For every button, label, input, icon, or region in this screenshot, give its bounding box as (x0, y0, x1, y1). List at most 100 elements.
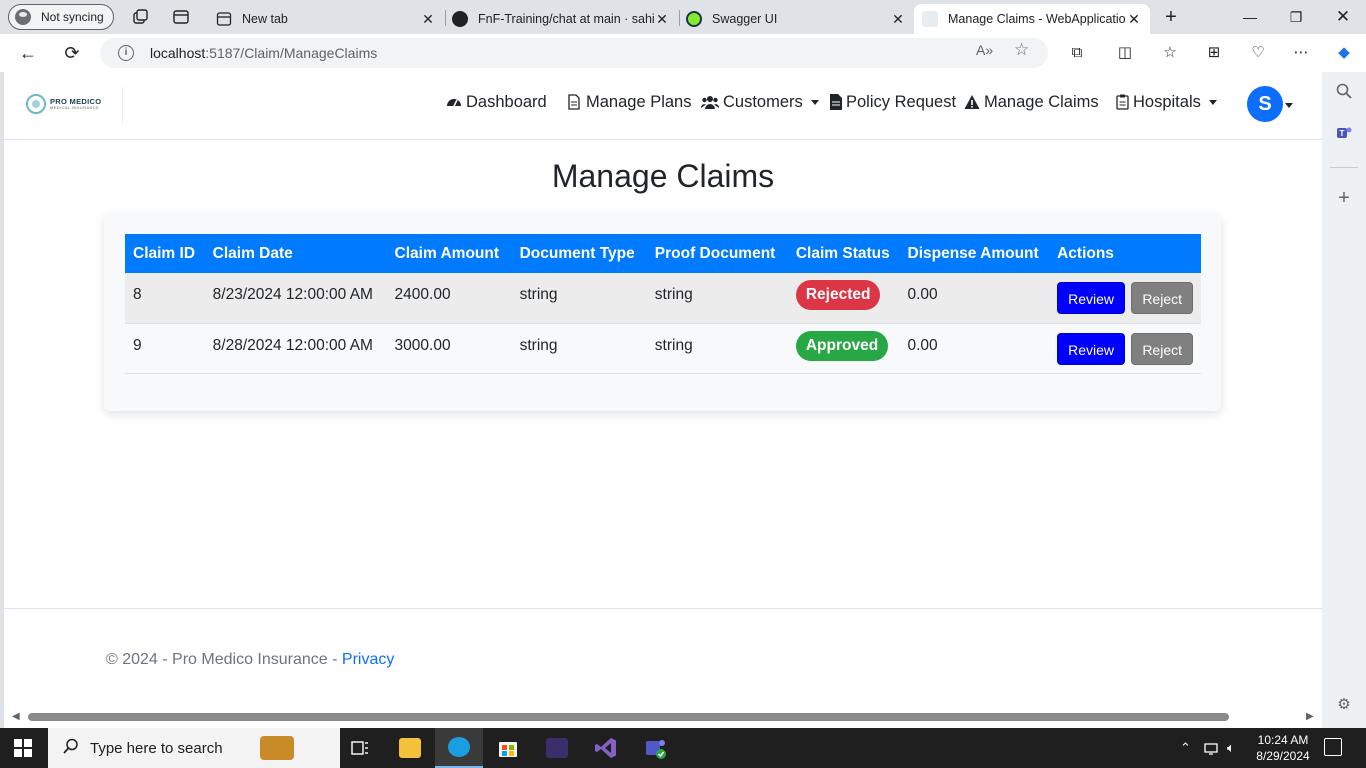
profile-avatar-icon (15, 9, 31, 25)
tab-actions-icon[interactable] (172, 8, 190, 26)
terminal-icon[interactable] (533, 728, 581, 768)
notifications-icon[interactable] (1324, 738, 1342, 756)
search-highlight-briefcase-icon (260, 736, 294, 760)
browser-tab-strip: Not syncing New tab ✕ FnF-Training/chat … (0, 0, 1366, 34)
address-bar[interactable]: i localhost:5187/Claim/ManageClaims (100, 38, 1048, 68)
column-header: Claim ID (125, 234, 205, 273)
footer-text: © 2024 - Pro Medico Insurance - Privacy (106, 651, 394, 669)
profile-button[interactable]: Not syncing (8, 4, 114, 30)
window-close-icon[interactable]: ✕ (1332, 6, 1354, 28)
tab-title: FnF-Training/chat at main · sahil5 (478, 12, 654, 26)
brand-logo[interactable]: PRO MEDICO MEDICAL INSURANCE (26, 94, 101, 114)
close-icon[interactable]: ✕ (654, 11, 670, 28)
dispense-amount-cell: 0.00 (899, 323, 1050, 374)
nav-manage-claims[interactable]: Manage Claims (964, 90, 1099, 114)
nav-customers-dropdown[interactable]: Customers (700, 90, 819, 114)
claims-table: Claim ID Claim Date Claim Amount Documen… (125, 234, 1201, 374)
page-favicon-icon (922, 11, 938, 27)
tab-new-tab[interactable]: New tab ✕ (208, 4, 444, 34)
visual-studio-icon[interactable] (582, 728, 630, 768)
nav-label: Manage Plans (586, 92, 692, 111)
claim-status-cell: Approved (787, 323, 900, 374)
new-tab-plus-icon[interactable]: + (1162, 7, 1180, 27)
browser-essentials-icon[interactable]: ♡ (1247, 42, 1269, 64)
close-icon[interactable]: ✕ (890, 11, 906, 28)
scroll-left-arrow-icon[interactable]: ◀ (12, 711, 20, 722)
table-row: 9 8/28/2024 12:00:00 AM 3000.00 string s… (125, 323, 1201, 374)
edge-sidebar: T + ⚙ (1322, 72, 1366, 728)
network-icon[interactable] (1203, 728, 1221, 768)
favorite-star-icon[interactable]: ☆ (1014, 40, 1029, 60)
warning-triangle-icon (964, 94, 980, 110)
copilot-icon[interactable]: ◆ (1333, 42, 1355, 64)
teams-taskbar-icon[interactable] (631, 728, 679, 768)
tab-title: New tab (242, 12, 288, 26)
volume-icon[interactable]: 🔈︎ (1227, 728, 1235, 768)
search-icon (62, 737, 80, 760)
user-avatar[interactable]: S (1247, 86, 1283, 122)
claim-amount-cell: 3000.00 (386, 323, 512, 374)
app-navbar: PRO MEDICO MEDICAL INSURANCE Dashboard M… (4, 72, 1322, 140)
copyright-text: © 2024 - Pro Medico Insurance - (106, 651, 342, 668)
user-menu-chevron-down-icon[interactable] (1285, 103, 1293, 108)
column-header: Actions (1049, 234, 1201, 273)
file-explorer-icon[interactable] (386, 728, 434, 768)
reject-button[interactable]: Reject (1131, 282, 1193, 314)
add-sidebar-app-icon[interactable]: + (1333, 187, 1355, 209)
column-header: Document Type (511, 234, 647, 273)
collections-icon[interactable]: ⊞ (1203, 42, 1225, 64)
scroll-right-arrow-icon[interactable]: ▶ (1306, 711, 1314, 722)
review-button[interactable]: Review (1057, 282, 1125, 314)
taskbar-search-input[interactable]: Type here to search (48, 728, 340, 768)
refresh-icon[interactable]: ⟳ (61, 42, 83, 64)
show-hidden-icons-chevron-up-icon[interactable]: ⌃ (1180, 728, 1191, 768)
nav-label: Hospitals (1133, 92, 1201, 111)
tab-swagger[interactable]: Swagger UI ✕ (678, 4, 914, 34)
read-aloud-icon[interactable]: A» (976, 42, 993, 58)
url-path: :5187/Claim/ManageClaims (205, 45, 378, 61)
reject-button[interactable]: Reject (1131, 332, 1193, 365)
chevron-down-icon (810, 99, 819, 105)
edge-browser-icon[interactable] (435, 728, 483, 768)
claim-id-cell: 8 (125, 273, 205, 324)
nav-label: Policy Request (846, 92, 957, 111)
search-icon[interactable] (1333, 82, 1355, 104)
close-icon[interactable]: ✕ (420, 11, 436, 28)
scrollbar-thumb[interactable] (28, 713, 1229, 721)
more-options-icon[interactable]: ⋯ (1290, 42, 1312, 64)
tab-manage-claims[interactable]: Manage Claims - WebApplication ✕ (914, 4, 1150, 34)
taskbar-clock[interactable]: 10:24 AM 8/29/2024 (1255, 732, 1311, 764)
column-header: Proof Document (646, 234, 788, 273)
split-screen-icon[interactable]: ◫ (1114, 42, 1136, 64)
tab-github[interactable]: FnF-Training/chat at main · sahil5 ✕ (444, 4, 678, 34)
microsoft-store-icon[interactable] (484, 728, 532, 768)
back-arrow-icon[interactable]: ← (17, 42, 39, 64)
table-row: 8 8/23/2024 12:00:00 AM 2400.00 string s… (125, 273, 1201, 324)
teams-icon[interactable]: T (1333, 124, 1355, 146)
workspaces-icon[interactable] (131, 8, 149, 26)
proof-document-cell: string (646, 273, 788, 324)
brand-name: PRO MEDICO (50, 96, 102, 106)
proof-document-cell: string (646, 323, 788, 374)
extensions-icon[interactable]: ⧉ (1066, 42, 1088, 64)
favorites-icon[interactable]: ☆ (1159, 42, 1181, 64)
horizontal-scrollbar[interactable]: ◀ ▶ (4, 708, 1322, 728)
nav-hospitals-dropdown[interactable]: Hospitals (1116, 90, 1217, 114)
nav-dashboard[interactable]: Dashboard (446, 90, 547, 114)
privacy-link[interactable]: Privacy (342, 651, 394, 668)
close-icon[interactable]: ✕ (1126, 11, 1142, 28)
search-placeholder: Type here to search (90, 739, 223, 757)
windows-start-icon[interactable] (14, 739, 32, 757)
column-header: Claim Amount (386, 234, 512, 273)
nav-manage-plans[interactable]: Manage Plans (566, 90, 692, 114)
claims-card: Claim ID Claim Date Claim Amount Documen… (104, 214, 1221, 411)
site-info-icon[interactable]: i (118, 45, 134, 61)
task-view-icon[interactable] (336, 728, 384, 768)
dashboard-gauge-icon (446, 94, 462, 110)
restore-icon[interactable]: ❐ (1285, 6, 1307, 28)
minimize-icon[interactable]: — (1239, 6, 1261, 28)
review-button[interactable]: Review (1057, 332, 1125, 365)
nav-policy-request[interactable]: Policy Request (830, 90, 956, 114)
browser-toolbar: ← ⟳ i localhost:5187/Claim/ManageClaims … (0, 34, 1366, 72)
sidebar-settings-gear-icon[interactable]: ⚙ (1333, 694, 1355, 716)
